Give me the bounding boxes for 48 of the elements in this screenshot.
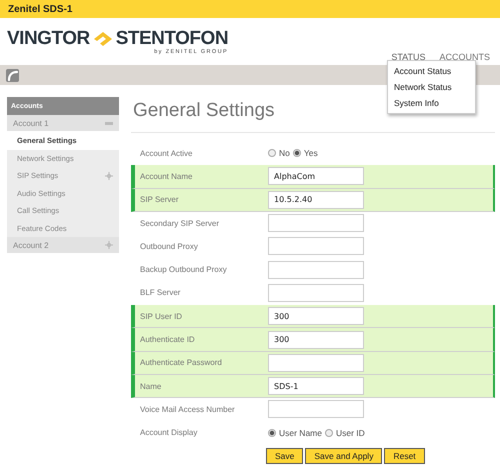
menu-item[interactable]: System Info xyxy=(388,95,475,111)
field-label: SIP Server xyxy=(140,195,180,204)
action-button[interactable]: Save and Apply xyxy=(305,448,382,464)
nav-link[interactable]: ACCOUNTS xyxy=(439,52,490,62)
field-label: Secondary SIP Server xyxy=(140,218,220,228)
radio-label: User Name xyxy=(279,428,322,438)
plus-icon xyxy=(105,172,113,180)
input-field[interactable] xyxy=(268,400,364,418)
radio-label: User ID xyxy=(336,428,365,438)
field-label: BLF Server xyxy=(140,288,182,298)
logo-icon xyxy=(92,31,114,47)
radio-label: No xyxy=(279,148,290,158)
input-field[interactable]: AlphaCom xyxy=(268,167,364,186)
nav-link[interactable]: STATUS xyxy=(391,52,426,62)
field-label: Authenticate ID xyxy=(140,335,196,344)
input-field[interactable] xyxy=(268,214,364,232)
field-label: Backup Outbound Proxy xyxy=(140,265,228,274)
menu-item[interactable]: Account Status xyxy=(388,63,475,79)
input-field[interactable] xyxy=(268,354,364,372)
radio-button[interactable] xyxy=(292,149,301,158)
input-field[interactable]: SDS-1 xyxy=(268,377,364,396)
input-field[interactable] xyxy=(268,284,364,302)
radio-button[interactable] xyxy=(324,428,333,437)
input-field[interactable]: 300 xyxy=(268,307,364,326)
radio-button[interactable] xyxy=(268,428,276,437)
field-label: Account Display xyxy=(140,428,198,438)
radio-label: Yes xyxy=(304,148,318,158)
input-field[interactable]: 300 xyxy=(268,330,364,349)
input-field[interactable] xyxy=(268,237,364,256)
window-title: Zenitel SDS-1 xyxy=(8,4,72,14)
field-label: Authenticate Password xyxy=(140,358,223,368)
radio-button[interactable] xyxy=(268,149,276,158)
input-field[interactable]: 10.5.2.40 xyxy=(268,190,364,209)
menu-item[interactable]: Network Status xyxy=(388,79,475,95)
action-button[interactable]: Save xyxy=(266,448,304,464)
field-label: SIP User ID xyxy=(140,312,184,321)
plus-icon xyxy=(105,241,113,249)
field-label: Name xyxy=(140,382,162,391)
input-field[interactable] xyxy=(268,260,364,279)
field-label: Voice Mail Access Number xyxy=(140,404,236,414)
phone-icon[interactable] xyxy=(6,68,19,82)
field-label: Account Name xyxy=(140,172,194,181)
action-button[interactable]: Reset xyxy=(384,448,425,464)
minus-icon xyxy=(105,122,113,124)
logo-text: STENTOFON xyxy=(116,28,228,49)
logo-text: VINGTOR xyxy=(7,28,90,50)
field-label: Account Active xyxy=(140,148,194,158)
field-label: Outbound Proxy xyxy=(140,242,199,251)
